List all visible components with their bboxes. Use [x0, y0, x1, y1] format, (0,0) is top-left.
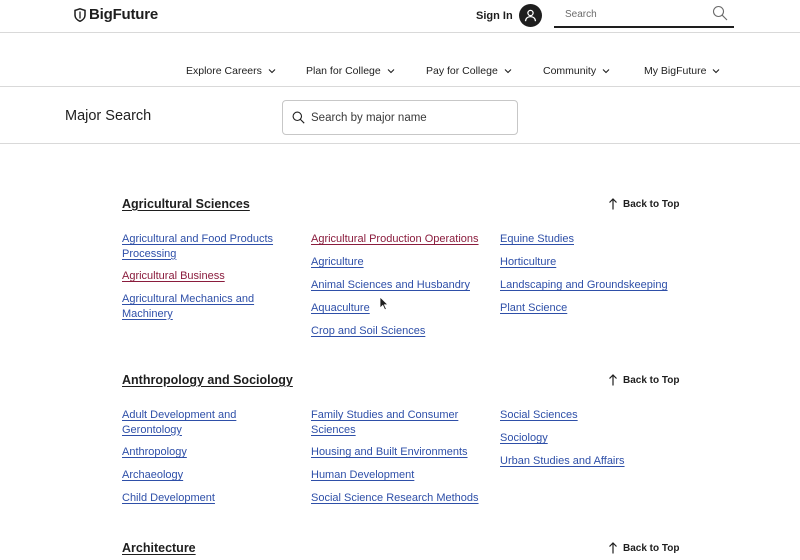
major-link[interactable]: Anthropology [122, 445, 292, 460]
nav-item-label: Community [543, 65, 597, 77]
major-link[interactable]: Landscaping and Groundskeeping [500, 278, 685, 293]
chevron-down-icon [387, 69, 395, 74]
major-link[interactable]: Family Studies and Consumer Sciences [311, 408, 496, 437]
bigfuture-logo[interactable]: BigFuture [74, 6, 158, 23]
section-title[interactable]: Anthropology and Sociology [122, 373, 293, 387]
section-title[interactable]: Architecture [122, 541, 196, 555]
logo-text: BigFuture [89, 6, 159, 23]
major-link[interactable]: Social Science Research Methods [311, 491, 496, 506]
back-to-top-link[interactable]: Back to Top [608, 198, 679, 210]
chevron-down-icon [268, 69, 276, 74]
major-link[interactable]: Crop and Soil Sciences [311, 324, 496, 339]
major-link[interactable]: Agriculture [311, 255, 496, 270]
chevron-down-icon [713, 69, 720, 74]
nav-item-label: Explore Careers [186, 65, 262, 77]
back-to-top-link[interactable]: Back to Top [608, 374, 679, 386]
major-link[interactable]: Child Development [122, 491, 292, 506]
major-link[interactable]: Agricultural and Food Products Processin… [122, 232, 292, 261]
top-bar: BigFuture Sign In [0, 0, 800, 33]
cursor-icon [379, 296, 389, 311]
sign-in-button[interactable]: Sign In [476, 4, 542, 27]
nav-item-label: My BigFuture [644, 65, 707, 77]
nav-plan-for-college[interactable]: Plan for College [306, 65, 395, 77]
major-search-bar: Major Search [0, 88, 800, 144]
shield-logo-icon [74, 7, 86, 22]
nav-item-label: Plan for College [306, 65, 381, 77]
back-to-top-link[interactable]: Back to Top [608, 542, 679, 554]
primary-nav: Explore Careers Plan for College Pay for… [0, 57, 800, 87]
major-link[interactable]: Equine Studies [500, 232, 685, 247]
major-link[interactable]: Animal Sciences and Husbandry [311, 278, 496, 293]
header-search-input[interactable] [554, 3, 704, 25]
major-link[interactable]: Agricultural Production Operations [311, 232, 496, 247]
avatar [518, 4, 542, 27]
nav-item-label: Pay for College [426, 65, 498, 77]
back-to-top-label: Back to Top [623, 374, 680, 386]
chevron-down-icon [504, 69, 512, 74]
nav-my-bigfuture[interactable]: My BigFuture [644, 65, 720, 77]
major-link[interactable]: Agricultural Business [122, 269, 292, 284]
search-icon[interactable] [712, 5, 728, 21]
nav-pay-for-college[interactable]: Pay for College [426, 65, 512, 77]
section-title[interactable]: Agricultural Sciences [122, 197, 250, 211]
nav-community[interactable]: Community [543, 65, 610, 77]
arrow-up-icon [609, 542, 617, 554]
major-link[interactable]: Aquaculture [311, 301, 496, 316]
major-link[interactable]: Horticulture [500, 255, 685, 270]
major-link[interactable]: Housing and Built Environments [311, 445, 496, 460]
major-link[interactable]: Urban Studies and Affairs [500, 454, 685, 469]
major-link[interactable]: Human Development [311, 468, 496, 483]
sign-in-label: Sign In [476, 9, 513, 22]
user-icon [524, 9, 536, 22]
arrow-up-icon [609, 198, 617, 210]
page-title: Major Search [65, 108, 152, 124]
major-link[interactable]: Archaeology [122, 468, 292, 483]
header-search [554, 3, 734, 28]
arrow-up-icon [609, 374, 617, 386]
major-link[interactable]: Plant Science [500, 301, 685, 316]
major-search-input[interactable] [311, 111, 501, 124]
major-link[interactable]: Adult Development and Gerontology [122, 408, 292, 437]
nav-explore-careers[interactable]: Explore Careers [186, 65, 276, 77]
back-to-top-label: Back to Top [623, 198, 680, 210]
major-search-box[interactable] [282, 100, 518, 135]
back-to-top-label: Back to Top [623, 542, 680, 554]
chevron-down-icon [602, 69, 610, 74]
major-link[interactable]: Agricultural Mechanics and Machinery [122, 292, 292, 321]
major-link[interactable]: Sociology [500, 431, 685, 446]
search-icon [292, 111, 305, 124]
major-link[interactable]: Social Sciences [500, 408, 685, 423]
